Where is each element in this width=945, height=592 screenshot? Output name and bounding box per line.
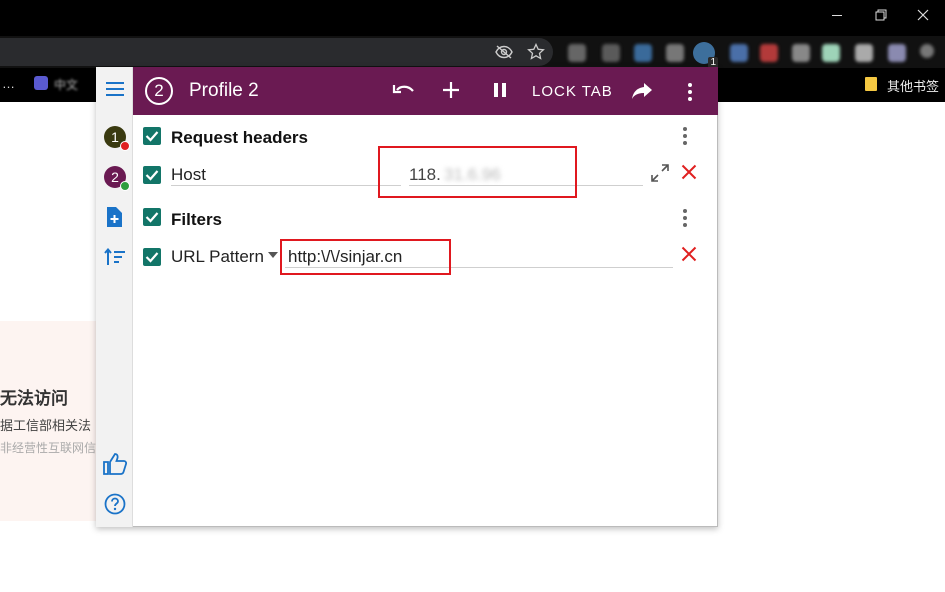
profile-avatar[interactable] xyxy=(920,44,934,58)
extension-icon[interactable] xyxy=(568,44,586,62)
filter-type-select[interactable]: URL Pattern xyxy=(171,247,264,267)
add-button[interactable] xyxy=(442,81,460,104)
host-header-checkbox[interactable] xyxy=(143,166,161,184)
plus-icon xyxy=(443,82,459,98)
request-headers-checkbox[interactable] xyxy=(143,127,161,145)
filters-menu-icon[interactable] xyxy=(683,209,687,227)
page-text: 据工信部相关法 xyxy=(0,419,92,434)
extension-icon[interactable] xyxy=(760,44,778,62)
undo-button[interactable] xyxy=(392,81,416,104)
highlight-box xyxy=(280,239,451,275)
filters-checkbox[interactable] xyxy=(143,208,161,226)
page-text: 非经营性互联网信 xyxy=(0,441,97,455)
extension-icon[interactable] xyxy=(666,44,684,62)
profile-badge: 2 xyxy=(145,77,173,105)
undo-icon xyxy=(392,85,414,94)
address-bar[interactable] xyxy=(0,38,553,66)
profile-number: 1 xyxy=(111,129,119,145)
pause-button[interactable] xyxy=(492,82,508,103)
filters-title: Filters xyxy=(171,210,223,229)
profile-badge-number: 2 xyxy=(154,81,164,100)
active-indicator xyxy=(120,181,130,191)
minimize-button[interactable] xyxy=(814,0,860,30)
minimize-icon xyxy=(832,14,842,16)
bookmark-label[interactable]: 中文 xyxy=(54,76,78,93)
extension-icon[interactable] xyxy=(792,44,810,62)
extension-icon[interactable] xyxy=(602,44,620,62)
pause-icon xyxy=(494,83,506,97)
add-profile-icon[interactable] xyxy=(105,206,123,233)
extension-icon[interactable] xyxy=(822,44,840,62)
help-icon[interactable] xyxy=(104,493,126,520)
close-window-button[interactable] xyxy=(900,0,945,30)
menu-icon[interactable] xyxy=(105,81,125,102)
thumbs-up-icon[interactable] xyxy=(103,453,128,480)
profile-number: 2 xyxy=(111,169,119,185)
request-headers-menu-icon[interactable] xyxy=(683,127,687,145)
profile-title[interactable]: Profile 2 xyxy=(189,80,259,102)
paused-indicator xyxy=(120,141,130,151)
share-button[interactable] xyxy=(631,82,653,105)
share-icon xyxy=(632,83,652,99)
bookmark-favicon xyxy=(34,76,48,90)
request-headers-title: Request headers xyxy=(171,128,308,147)
header-name-underline xyxy=(171,185,401,186)
url-filter-checkbox[interactable] xyxy=(143,248,161,266)
extension-icon[interactable] xyxy=(634,44,652,62)
restore-button[interactable] xyxy=(858,0,904,30)
bookmark-star-icon[interactable] xyxy=(526,42,546,62)
folder-icon xyxy=(865,77,877,91)
chevron-down-icon[interactable] xyxy=(268,252,278,258)
highlight-box xyxy=(378,146,577,198)
other-bookmarks[interactable]: 其他书签 xyxy=(887,76,939,95)
delete-filter-icon[interactable] xyxy=(681,246,697,267)
delete-header-icon[interactable] xyxy=(681,164,697,185)
profile-1-avatar[interactable]: 1 xyxy=(104,126,130,151)
page-heading: 无法访问 xyxy=(0,389,68,409)
bookmark-item[interactable]: … xyxy=(2,76,15,91)
extension-icon[interactable] xyxy=(855,44,873,62)
extension-icon[interactable] xyxy=(888,44,906,62)
header-name-field[interactable]: Host xyxy=(171,165,206,185)
hidden-eye-icon[interactable] xyxy=(494,42,514,62)
close-icon xyxy=(917,9,929,21)
restore-icon xyxy=(875,9,887,21)
expand-icon[interactable] xyxy=(650,163,670,188)
modheader-extension-icon[interactable]: 1 xyxy=(693,42,718,68)
more-menu-icon[interactable] xyxy=(688,83,692,101)
lock-tab-button[interactable]: LOCK TAB xyxy=(532,83,613,100)
browser-titlebar xyxy=(0,0,945,36)
profile-2-avatar[interactable]: 2 xyxy=(104,166,130,191)
sort-icon[interactable] xyxy=(104,247,126,271)
extension-icon[interactable] xyxy=(730,44,748,62)
